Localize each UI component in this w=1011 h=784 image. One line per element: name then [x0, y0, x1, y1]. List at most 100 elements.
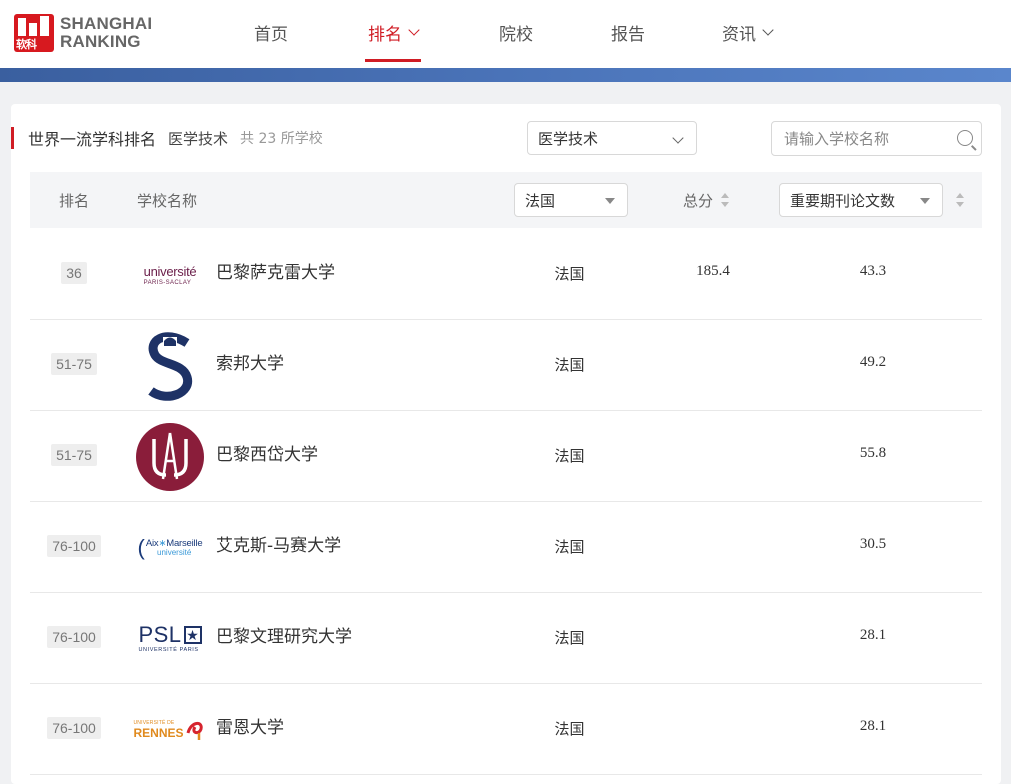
col-total-score-label: 总分 [683, 191, 714, 210]
table-row[interactable]: 51-75 巴黎西岱大学 法国 55.8 [30, 411, 982, 502]
country-cell: 法国 [554, 538, 585, 556]
logo-cn-text: 软科 [16, 38, 37, 51]
rank-badge: 36 [61, 262, 87, 284]
indicator-select-value: 重要期刊论文数 [790, 191, 896, 210]
search-input[interactable] [772, 122, 942, 155]
logo-line-2: RANKING [60, 32, 141, 51]
heading-accent [11, 127, 14, 149]
logo-wordmark: SHANGHAI RANKING [60, 15, 152, 51]
indicator-select[interactable]: 重要期刊论文数 [779, 183, 943, 217]
table-row[interactable]: 76-100 UNIVERSITÉ DE RENNES 雷恩大学 法国 28.1 [30, 684, 982, 775]
country-cell: 法国 [554, 720, 585, 738]
logo-text: université [157, 548, 192, 558]
universite-paris-cite-logo [135, 422, 205, 492]
nav-home[interactable]: 首页 [225, 0, 317, 64]
chevron-down-icon [762, 23, 774, 36]
rank-cell: 76-100 [30, 535, 118, 557]
rank-cell: 76-100 [30, 626, 118, 648]
subject-select-value: 医学技术 [538, 129, 599, 148]
search-icon[interactable] [957, 130, 973, 146]
sorbonne-logo [135, 331, 205, 401]
rank-cell: 36 [30, 262, 118, 284]
score-cell: 185.4 [696, 263, 730, 279]
top-header: 软科 SHANGHAI RANKING 首页 排名 院校 报告 资讯 [0, 0, 1011, 68]
school-name-link[interactable]: 巴黎西岱大学 [216, 444, 318, 466]
sorbonne-s-icon [148, 332, 193, 401]
subject-label: 医学技术 [168, 129, 229, 148]
sort-icon [721, 193, 730, 207]
papers-cell: 28.1 [859, 718, 887, 734]
nav-rankings-label: 排名 [368, 24, 402, 45]
country-filter-select[interactable]: 法国 [514, 183, 628, 217]
nav-reports-label: 报告 [611, 24, 645, 45]
papers-cell: 28.1 [859, 627, 887, 643]
rank-cell: 76-100 [30, 717, 118, 739]
rennes-ribbon-icon [186, 722, 203, 740]
logo-line-1: SHANGHAI [60, 14, 153, 33]
rank-badge: 76-100 [47, 535, 101, 557]
country-cell: 法国 [554, 447, 585, 465]
logo-text: PSL [138, 622, 182, 648]
indicator-sort[interactable] [956, 172, 964, 228]
country-cell: 法国 [554, 629, 585, 647]
col-rank: 排名 [59, 191, 90, 210]
nav-news[interactable]: 资讯 [718, 0, 776, 64]
school-name-link[interactable]: 雷恩大学 [216, 717, 284, 739]
table-row[interactable]: 51-75 索邦大学 法国 49.2 [30, 320, 982, 411]
logo-text: PARIS-SACLAY [143, 279, 192, 286]
logo-text: universit [143, 263, 190, 279]
rank-badge: 76-100 [47, 717, 101, 739]
universite-paris-saclay-logo: université PARIS-SACLAY [143, 263, 197, 286]
rank-badge: 51-75 [51, 353, 97, 375]
caret-down-icon [605, 198, 615, 204]
rank-cell: 51-75 [30, 353, 118, 375]
logo-mark-icon: 软科 [14, 14, 54, 52]
school-search [771, 121, 982, 156]
papers-cell: 43.3 [859, 263, 887, 279]
star-icon: ★ [183, 626, 202, 645]
school-name-link[interactable]: 艾克斯-马赛大学 [216, 535, 341, 557]
ranking-card: 世界一流学科排名 医学技术 共 23 所学校 医学技术 排名 学校名称 法国 总… [11, 104, 1001, 784]
country-cell: 法国 [554, 265, 585, 283]
logo-text: UNIVERSITÉ PARIS [138, 647, 199, 654]
table-row[interactable]: 76-100 PSL ★ UNIVERSITÉ PARIS 巴黎文理研究大学 法… [30, 593, 982, 684]
table-row[interactable]: 36 université PARIS-SACLAY 巴黎萨克雷大学 法国 18… [30, 229, 982, 320]
chevron-down-icon [672, 132, 684, 144]
papers-cell: 30.5 [859, 536, 887, 552]
nav-rankings[interactable]: 排名 [365, 0, 421, 64]
school-name-link[interactable]: 索邦大学 [216, 353, 284, 375]
nav-reports[interactable]: 报告 [606, 0, 650, 64]
caret-down-icon [920, 198, 930, 204]
logo-text: Aix [145, 537, 159, 549]
school-name-link[interactable]: 巴黎萨克雷大学 [216, 262, 335, 284]
rank-badge: 76-100 [47, 626, 101, 648]
table-header: 排名 学校名称 法国 总分 重要期刊论文数 [30, 172, 982, 228]
nav-home-label: 首页 [254, 24, 288, 45]
papers-cell: 49.2 [859, 354, 887, 370]
rank-badge: 51-75 [51, 444, 97, 466]
page-title: 世界一流学科排名 [28, 130, 157, 149]
universite-de-rennes-logo: UNIVERSITÉ DE RENNES [133, 695, 205, 765]
psl-logo: PSL ★ UNIVERSITÉ PARIS [135, 604, 205, 674]
rank-cell: 51-75 [30, 444, 118, 466]
nav-news-label: 资讯 [722, 24, 756, 45]
nav-universities[interactable]: 院校 [494, 0, 538, 64]
header-banner-strip [0, 68, 1011, 82]
logo-text: RENNES [133, 726, 184, 740]
nav-universities-label: 院校 [499, 24, 533, 45]
sort-icon [956, 193, 964, 207]
col-school-name: 学校名称 [137, 191, 198, 210]
country-filter-value: 法国 [525, 191, 556, 210]
chevron-down-icon [408, 23, 420, 36]
main-nav: 首页 排名 院校 报告 资讯 [225, 0, 776, 68]
ranking-heading: 世界一流学科排名 医学技术 共 23 所学校 [11, 126, 323, 150]
aix-marseille-logo: ( Aix∗Marseille université [137, 535, 203, 560]
papers-cell: 55.8 [859, 445, 887, 461]
subject-select[interactable]: 医学技术 [527, 121, 697, 155]
col-total-score[interactable]: 总分 [683, 172, 730, 228]
shanghai-ranking-logo[interactable]: 软科 SHANGHAI RANKING [14, 14, 152, 52]
school-count: 共 23 所学校 [240, 131, 323, 147]
school-name-link[interactable]: 巴黎文理研究大学 [216, 626, 352, 648]
table-row[interactable]: 76-100 ( Aix∗Marseille université 艾克斯-马赛… [30, 502, 982, 593]
paris-cite-emblem-icon [136, 423, 204, 491]
